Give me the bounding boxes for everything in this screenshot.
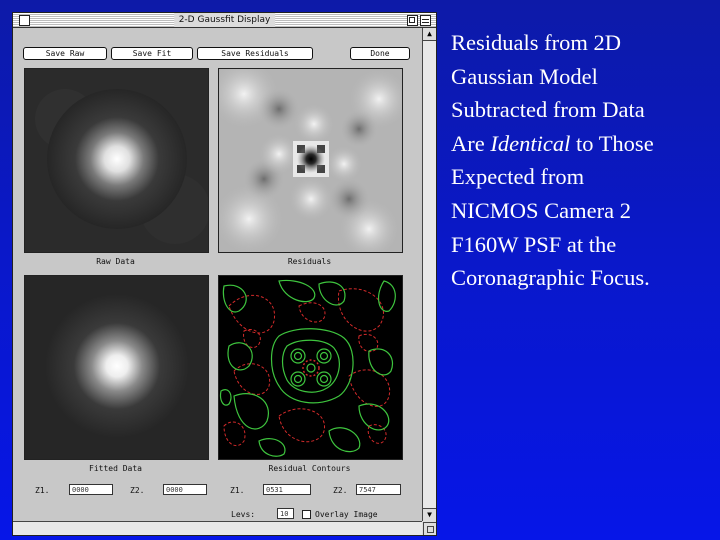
gaussfit-window: 2-D Gaussfit Display Save Raw Save Fit S… (12, 12, 437, 536)
residuals-image (218, 68, 403, 253)
fit-z2-label: Z2. (130, 486, 145, 495)
fit-z1-label: Z1. (35, 486, 50, 495)
res-z1-field[interactable]: 0531 (263, 484, 311, 495)
levs-label: Levs: (231, 510, 256, 519)
resize-grow-box-icon[interactable] (423, 522, 436, 535)
raw-data-image (24, 68, 209, 253)
res-z1-label: Z1. (230, 486, 245, 495)
fitted-data-label: Fitted Data (89, 464, 142, 473)
horizontal-scrollbar[interactable] (13, 521, 422, 535)
window-content: Save Raw Save Fit Save Residuals Done Ra… (13, 28, 422, 521)
caption-line-4-pre: Are (451, 130, 491, 156)
res-z2-field[interactable]: 7547 (356, 484, 401, 495)
save-residuals-button[interactable]: Save Residuals (197, 47, 313, 60)
caption-line-4-emphasis: Identical (490, 130, 571, 156)
caption-line-3: Subtracted from Data (451, 97, 645, 123)
caption-line-1: Residuals from 2D (451, 30, 621, 55)
scroll-up-arrow-icon[interactable]: ▲ (423, 28, 436, 41)
levs-field[interactable]: 10 (277, 508, 294, 519)
zoom-box-icon[interactable] (407, 15, 418, 26)
caption-line-4: Are Identical to Those (451, 127, 711, 161)
caption-line-8: Coronagraphic Focus. (451, 265, 650, 291)
collapse-box-icon[interactable] (420, 15, 431, 26)
fit-z2-field[interactable]: 0000 (163, 484, 207, 495)
slide-caption: Residuals from 2D Gaussian Model Subtrac… (451, 26, 711, 295)
save-raw-button[interactable]: Save Raw (23, 47, 107, 60)
caption-line-5: Expected from (451, 164, 585, 190)
res-z2-label: Z2. (333, 486, 348, 495)
scroll-down-arrow-icon[interactable]: ▼ (423, 508, 436, 521)
done-button[interactable]: Done (350, 47, 410, 60)
window-title: 2-D Gaussfit Display (173, 13, 276, 27)
caption-line-4-post: to Those (570, 130, 654, 156)
residual-contours-image (218, 275, 403, 460)
raw-data-label: Raw Data (96, 257, 135, 266)
caption-line-2: Gaussian Model (451, 63, 598, 89)
fitted-data-image (24, 275, 209, 460)
close-box-icon[interactable] (19, 15, 30, 26)
caption-line-6: NICMOS Camera 2 (451, 197, 631, 223)
fit-z1-field[interactable]: 0000 (69, 484, 113, 495)
residuals-label: Residuals (287, 257, 332, 266)
overlay-image-label: Overlay Image (315, 510, 378, 519)
overlay-image-checkbox[interactable] (302, 510, 311, 519)
save-fit-button[interactable]: Save Fit (111, 47, 193, 60)
vertical-scrollbar[interactable]: ▲ ▼ (422, 28, 436, 521)
caption-line-7: F160W PSF at the (451, 231, 617, 257)
residual-contours-label: Residual Contours (268, 464, 351, 473)
window-titlebar[interactable]: 2-D Gaussfit Display (13, 13, 436, 28)
